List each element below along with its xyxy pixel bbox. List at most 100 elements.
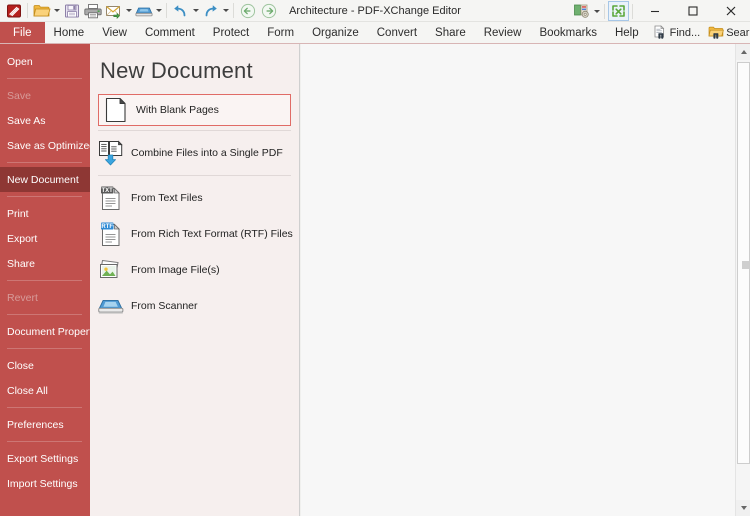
toolbar-separator-3 [233, 3, 234, 18]
fullscreen-icon[interactable] [608, 1, 629, 21]
sidebar-separator [7, 407, 82, 408]
back-icon[interactable] [237, 1, 258, 21]
option-label: With Blank Pages [136, 104, 219, 116]
combine-files-icon [98, 139, 124, 167]
svg-text:RTF: RTF [101, 224, 113, 230]
sidebar-item-import-settings[interactable]: Import Settings [0, 471, 90, 496]
sidebar-item-new-document[interactable]: New Document [0, 167, 90, 192]
option-label: From Rich Text Format (RTF) Files [131, 228, 293, 240]
close-button[interactable] [712, 0, 750, 22]
forward-icon[interactable] [258, 1, 279, 21]
scroll-down-arrow-icon[interactable] [736, 500, 750, 516]
menu-tab-view[interactable]: View [93, 22, 136, 43]
menu-items: Home View Comment Protect Form Organize Conver… [45, 22, 648, 43]
scanner-dropdown-icon[interactable] [154, 1, 163, 21]
open-file-dropdown-icon[interactable] [52, 1, 61, 21]
menu-tab-file[interactable]: File [0, 22, 45, 43]
scroll-up-arrow-icon[interactable] [736, 44, 750, 60]
menu-tab-convert[interactable]: Convert [368, 22, 426, 43]
sidebar-item-close-all[interactable]: Close All [0, 378, 90, 403]
vertical-scrollbar[interactable] [735, 44, 750, 516]
page-title: New Document [100, 58, 253, 83]
option-divider [98, 130, 291, 131]
menu-bar: File Home View Comment Protect Form Organize C… [0, 22, 750, 44]
sidebar-item-print[interactable]: Print [0, 201, 90, 226]
menu-bar-right: Find... Search... ˄ [648, 22, 750, 43]
sidebar-item-document-properties[interactable]: Document Properties [0, 319, 90, 344]
customize-dropdown-icon[interactable] [592, 1, 601, 21]
sidebar-separator [7, 348, 82, 349]
new-document-option-from-text-files[interactable]: TXT From Text Files [90, 180, 299, 216]
new-document-option-from-image-file-s-[interactable]: From Image File(s) [90, 252, 299, 288]
sidebar-item-save-as[interactable]: Save As [0, 108, 90, 133]
print-icon[interactable] [82, 1, 103, 21]
scanner-icon[interactable] [133, 1, 154, 21]
sidebar-item-save: Save [7, 89, 31, 102]
option-label: From Image File(s) [131, 264, 220, 276]
file-menu-sidebar: Open Save Save As Save as Optimized New Docu… [0, 44, 90, 516]
sidebar-item-export-settings[interactable]: Export Settings [0, 446, 90, 471]
undo-icon[interactable] [170, 1, 191, 21]
find-button[interactable]: Find... [648, 22, 705, 43]
sidebar-item-export[interactable]: Export [0, 226, 90, 251]
menu-tab-review[interactable]: Review [475, 22, 531, 43]
text-file-icon: TXT [98, 184, 124, 212]
find-label: Find... [669, 26, 701, 39]
image-file-icon [98, 256, 124, 284]
rtf-file-icon: RTF [98, 220, 124, 248]
menu-tab-protect[interactable]: Protect [204, 22, 258, 43]
search-icon [708, 25, 725, 40]
scrollbar-thumb[interactable] [737, 62, 750, 464]
redo-icon[interactable] [200, 1, 221, 21]
search-label: Search... [726, 26, 750, 39]
toolbar-separator-5 [632, 3, 633, 19]
minimize-button[interactable] [636, 0, 674, 22]
open-file-icon[interactable] [31, 1, 52, 21]
new-document-options: With Blank Pages Combine Files into a Sin… [90, 94, 299, 324]
email-dropdown-icon[interactable] [124, 1, 133, 21]
svg-text:TXT: TXT [102, 188, 114, 194]
sidebar-item-revert: Revert [7, 291, 38, 304]
app-logo-icon[interactable] [3, 1, 24, 21]
sidebar-item-close[interactable]: Close [0, 353, 90, 378]
redo-dropdown-icon[interactable] [221, 1, 230, 21]
email-icon[interactable] [103, 1, 124, 21]
toolbar-separator-2 [166, 3, 167, 18]
menu-tab-share[interactable]: Share [426, 22, 475, 43]
toolbar-separator [27, 3, 28, 18]
menu-tab-home[interactable]: Home [45, 22, 94, 43]
scrollbar-track[interactable] [736, 60, 750, 500]
new-document-option-from-scanner[interactable]: From Scanner [90, 288, 299, 324]
title-bar: Architecture - PDF-XChange Editor [0, 0, 750, 22]
sidebar-item-preferences[interactable]: Preferences [0, 412, 90, 437]
new-document-option-from-rich-text-format-rtf-files[interactable]: RTF From Rich Text Format (RTF) Files [90, 216, 299, 252]
blank-page-icon [103, 96, 129, 124]
undo-dropdown-icon[interactable] [191, 1, 200, 21]
quick-access-toolbar [0, 0, 279, 22]
sidebar-separator [7, 441, 82, 442]
sidebar-item-open[interactable]: Open [0, 49, 90, 74]
maximize-button[interactable] [674, 0, 712, 22]
save-icon[interactable] [61, 1, 82, 21]
sidebar-item-save-as-optimized[interactable]: Save as Optimized [0, 133, 90, 158]
menu-tab-help[interactable]: Help [606, 22, 648, 43]
scanner-icon [98, 292, 124, 320]
menu-tab-bookmarks[interactable]: Bookmarks [530, 22, 606, 43]
menu-tab-comment[interactable]: Comment [136, 22, 204, 43]
menu-tab-form[interactable]: Form [258, 22, 303, 43]
new-document-panel: New Document With Blank Pages Combine Fil… [90, 44, 300, 516]
window-controls [571, 0, 750, 22]
menu-tab-organize[interactable]: Organize [303, 22, 368, 43]
sidebar-item-share[interactable]: Share [0, 251, 90, 276]
option-label: Combine Files into a Single PDF [131, 147, 283, 159]
search-button[interactable]: Search... [704, 22, 750, 43]
customize-toolbar-icon[interactable] [571, 1, 592, 21]
new-document-option-combine-files-into-a-single-pdf[interactable]: Combine Files into a Single PDF [90, 135, 299, 171]
document-view-area [301, 44, 735, 516]
toolbar-separator-4 [604, 3, 605, 19]
find-icon [652, 25, 668, 40]
sidebar-separator [7, 280, 82, 281]
new-document-option-with-blank-pages[interactable]: With Blank Pages [98, 94, 291, 126]
option-divider [98, 175, 291, 176]
sidebar-separator [7, 196, 82, 197]
